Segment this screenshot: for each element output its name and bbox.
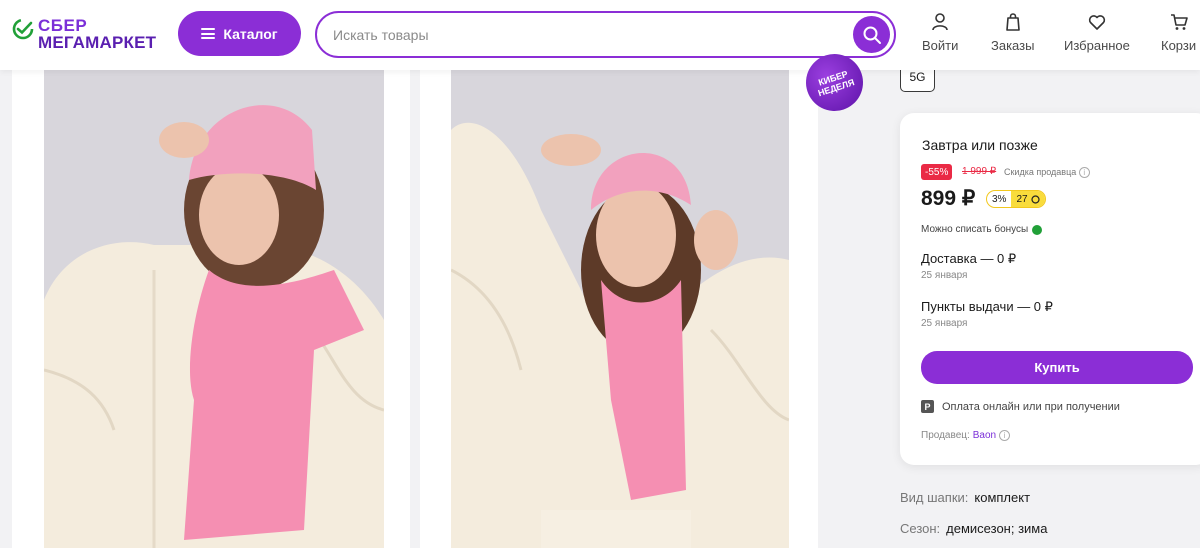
pickup-date: 25 января (921, 318, 968, 329)
catalog-button-label: Каталог (223, 25, 278, 42)
bag-icon (1005, 13, 1020, 31)
bonus-percent: 3% (992, 193, 1007, 205)
seller-info-icon[interactable]: i (999, 430, 1011, 441)
payment-icon: P (921, 400, 934, 413)
product-photo-1[interactable] (44, 70, 384, 548)
nav-favorites[interactable]: Избранное (1064, 12, 1130, 53)
product-photo-1-illustration (44, 70, 384, 548)
payment-note: P Оплата онлайн или при получении (921, 400, 1120, 413)
user-icon (932, 13, 948, 31)
seller-discount-label: Скидка продавца (1004, 167, 1077, 177)
catalog-button[interactable]: Каталог (178, 11, 301, 56)
bonus-note: Можно списать бонусы (921, 224, 1043, 235)
nav-orders-label: Заказы (991, 38, 1035, 53)
current-price: 899 ₽ (921, 187, 976, 210)
search-button[interactable] (853, 16, 890, 53)
delivery-date: 25 января (921, 270, 968, 281)
cart-icon (1170, 14, 1188, 30)
product-photo-2-illustration (451, 70, 789, 548)
bonus-points-value: 27 (1016, 193, 1028, 205)
logo-text-megamarket: МЕГАМАРКЕТ (38, 33, 157, 52)
seller-discount-note: Скидка продавца i (1004, 167, 1090, 178)
nav-login-label: Войти (922, 38, 959, 53)
search-input[interactable] (333, 24, 833, 46)
bonus-coin-icon (1030, 194, 1040, 204)
spec-row-hat-type: Вид шапки: комплект (900, 490, 1030, 505)
nav-favorites-label: Избранное (1064, 38, 1130, 53)
spec-value: комплект (974, 490, 1031, 505)
menu-icon (201, 28, 216, 39)
info-icon[interactable]: i (1078, 167, 1090, 178)
buy-button[interactable]: Купить (921, 351, 1193, 384)
payment-note-label: Оплата онлайн или при получении (942, 400, 1120, 413)
sber-megamarket-logo[interactable]: СБЕР МЕГАМАРКЕТ (12, 16, 162, 52)
seller-label: Продавец: (921, 430, 970, 441)
discount-badge: -55% (921, 164, 953, 180)
search-bar (315, 11, 896, 58)
seller-info: Продавец: Baon i (921, 430, 1011, 441)
bonus-badge[interactable]: 3% 27 (986, 190, 1046, 208)
delivery-title: Завтра или позже (922, 137, 1038, 153)
spec-name: Сезон: (900, 521, 941, 536)
sber-logo-icon (12, 18, 34, 40)
nav-login[interactable]: Войти (922, 12, 958, 53)
old-price: 1 999 ₽ (962, 166, 997, 177)
bonus-note-label: Можно списать бонусы (921, 224, 1029, 235)
spec-row-season: Сезон: демисезон; зима (900, 521, 1047, 536)
nav-cart[interactable]: Корзи (1161, 12, 1196, 53)
pickup-option[interactable]: Пункты выдачи — 0 ₽ (921, 299, 1053, 315)
sber-bonus-icon (1032, 224, 1043, 235)
heart-icon (1088, 15, 1106, 30)
product-photo-2[interactable] (451, 70, 789, 548)
delivery-option[interactable]: Доставка — 0 ₽ (921, 251, 1016, 267)
offer-card: Завтра или позже -55% 1 999 ₽ Скидка про… (900, 113, 1200, 465)
search-icon (863, 26, 881, 44)
site-header: СБЕР МЕГАМАРКЕТ Каталог Войти Заказы (0, 0, 1200, 70)
bonus-points: 27 (1011, 191, 1045, 207)
seller-link[interactable]: Baon (973, 430, 996, 441)
spec-value: демисезон; зима (946, 521, 1048, 536)
nav-orders[interactable]: Заказы (991, 12, 1034, 53)
nav-cart-label: Корзи (1161, 38, 1197, 53)
spec-name: Вид шапки: (900, 490, 969, 505)
